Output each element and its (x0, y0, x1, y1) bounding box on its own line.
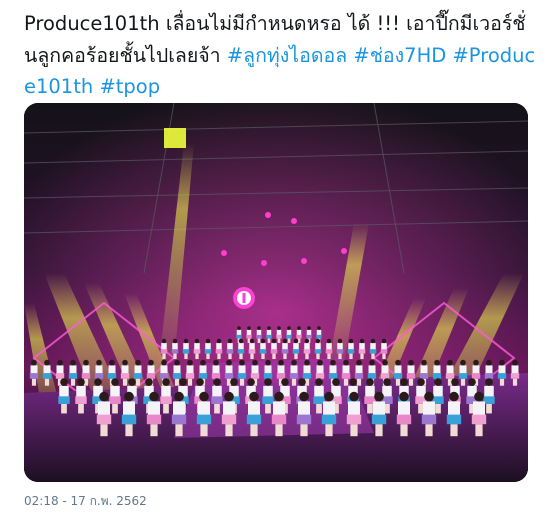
tweet-text: Produce101th เลื่อนไม่มีกำหนดหรอ ได้ !!!… (24, 8, 536, 103)
tweet-timestamp[interactable]: 02:18 - 17 ก.พ. 2562 (24, 492, 147, 511)
hashtag-tpop[interactable]: #tpop (99, 75, 160, 98)
tweet-photo[interactable] (24, 103, 528, 482)
stage-photo-image (24, 103, 528, 482)
hashtag-luk-thung-idol[interactable]: #ลูกทุ่งไอดอล (227, 44, 347, 67)
hashtag-channel7hd[interactable]: #ช่อง7HD (353, 44, 446, 67)
